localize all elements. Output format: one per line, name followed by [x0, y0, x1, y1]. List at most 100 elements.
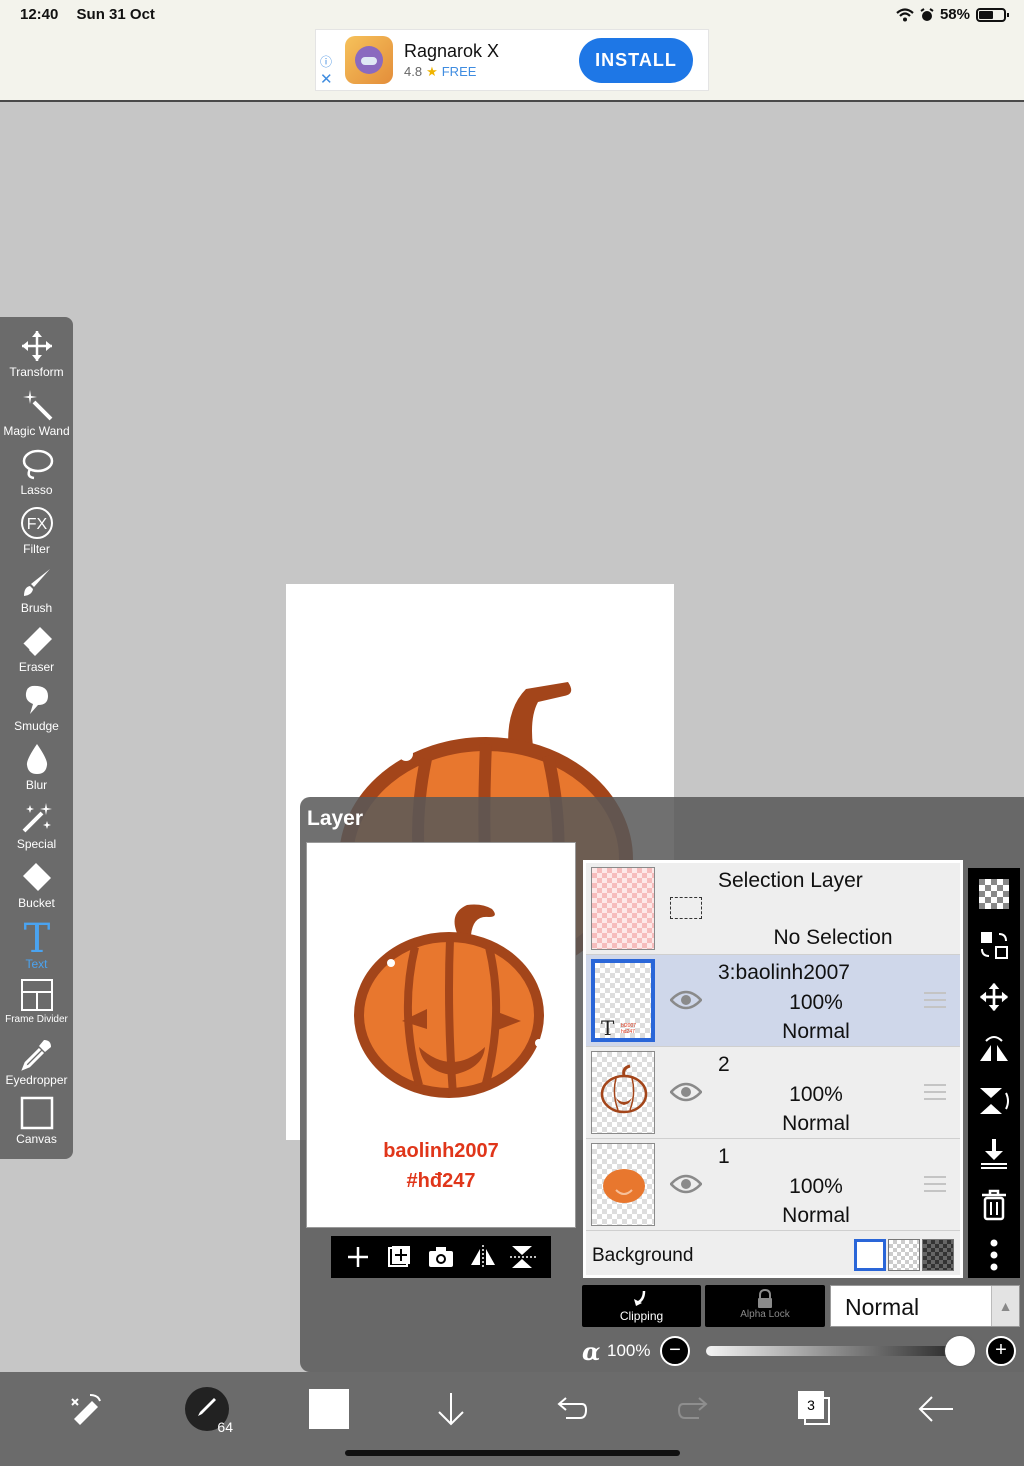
- layer-opacity: 100%: [789, 1175, 843, 1198]
- drag-handle-icon[interactable]: [924, 1176, 946, 1192]
- chevron-up-icon[interactable]: ▲: [991, 1286, 1019, 1326]
- close-icon[interactable]: ✕: [320, 72, 333, 87]
- smudge-icon: [25, 685, 48, 714]
- tool-eyedropper[interactable]: Eyedropper: [0, 1037, 73, 1096]
- transform-layer-button[interactable]: [968, 919, 1020, 971]
- opacity-increase-button[interactable]: +: [986, 1336, 1016, 1366]
- tool-special[interactable]: Special: [0, 801, 73, 860]
- camera-button[interactable]: [426, 1242, 456, 1272]
- eraser-icon: [21, 627, 52, 656]
- add-layer-button[interactable]: [343, 1242, 373, 1272]
- layer-thumbnail: [591, 1051, 655, 1134]
- selection-layer-row[interactable]: Selection Layer No Selection: [586, 863, 960, 955]
- tool-sidebar: Transform Magic Wand Lasso FX Filter Bru…: [0, 317, 73, 1159]
- delete-layer-button[interactable]: [968, 1179, 1020, 1231]
- app-icon[interactable]: [345, 36, 393, 84]
- background-transparent-swatch[interactable]: [888, 1239, 920, 1271]
- layer-transform-icon: [981, 932, 1008, 959]
- svg-text:FX: FX: [26, 516, 47, 533]
- current-color-swatch: [309, 1389, 349, 1429]
- more-vertical-icon: [990, 1239, 998, 1271]
- tool-label: Special: [16, 837, 57, 851]
- alpha-lock-button[interactable]: Alpha Lock: [705, 1285, 825, 1327]
- tool-text[interactable]: T Text: [0, 919, 73, 978]
- background-dark-swatch[interactable]: [922, 1239, 954, 1271]
- tool-bucket[interactable]: Bucket: [0, 860, 73, 919]
- flip-vertical-icon: [510, 1246, 537, 1268]
- merge-down-button[interactable]: [968, 1127, 1020, 1179]
- brush-icon: [23, 569, 50, 596]
- undo-button[interactable]: [547, 1386, 597, 1432]
- ad-subtitle: 4.8 ★ FREE: [404, 64, 476, 80]
- drag-handle-icon[interactable]: [924, 992, 946, 1008]
- tool-label: Transform: [9, 365, 64, 379]
- gesture-button[interactable]: [61, 1386, 111, 1432]
- tool-smudge[interactable]: Smudge: [0, 683, 73, 742]
- flip-vertical-button[interactable]: [509, 1242, 539, 1272]
- move-icon: [979, 982, 1009, 1012]
- layer-opacity: 100%: [789, 1083, 843, 1106]
- tool-label: Filter: [23, 542, 50, 556]
- info-icon[interactable]: ⓘ: [320, 56, 332, 68]
- ad-banner[interactable]: ⓘ ✕ Ragnarok X 4.8 ★ FREE INSTALL: [315, 29, 709, 91]
- tool-transform[interactable]: Transform: [0, 329, 73, 388]
- clipping-button[interactable]: Clipping: [582, 1285, 701, 1327]
- layer-preview: baolinh2007 #hđ247: [306, 842, 576, 1228]
- download-button[interactable]: [426, 1386, 476, 1432]
- tool-filter[interactable]: FX Filter: [0, 506, 73, 565]
- layer-row[interactable]: Tbl2007 hd247 3:baolinh2007 100% Normal: [586, 955, 960, 1047]
- eye-icon[interactable]: [670, 1173, 702, 1195]
- move-layer-button[interactable]: [968, 971, 1020, 1023]
- redo-icon: [677, 1397, 708, 1419]
- color-swatch-button[interactable]: [304, 1386, 354, 1432]
- status-indicators: 58%: [896, 6, 1009, 23]
- flip-h-button[interactable]: [968, 1023, 1020, 1075]
- tool-blur[interactable]: Blur: [0, 742, 73, 801]
- bucket-icon: [22, 863, 51, 891]
- back-button[interactable]: [911, 1386, 961, 1432]
- tool-label: Eyedropper: [5, 1073, 68, 1087]
- layer-row[interactable]: 1 100% Normal: [586, 1139, 960, 1231]
- layer-row[interactable]: 2 100% Normal: [586, 1047, 960, 1139]
- background-row[interactable]: Background: [586, 1233, 960, 1278]
- more-options-button[interactable]: [968, 1229, 1020, 1281]
- flip-horizontal-icon: [980, 1036, 1008, 1061]
- ad-rating: 4.8: [404, 64, 423, 79]
- tool-eraser[interactable]: Eraser: [0, 624, 73, 683]
- layer-panel: Layer baolinh2007 #hđ247 Selection Layer…: [300, 797, 1024, 1372]
- star-icon: ★: [426, 64, 438, 79]
- install-button[interactable]: INSTALL: [579, 38, 693, 83]
- copy-layer-button[interactable]: [384, 1242, 414, 1272]
- opacity-slider-knob[interactable]: [945, 1336, 975, 1366]
- flip-v-button[interactable]: [968, 1075, 1020, 1127]
- background-white-swatch[interactable]: [854, 1239, 886, 1271]
- redo-button[interactable]: [668, 1386, 718, 1432]
- tool-lasso[interactable]: Lasso: [0, 447, 73, 506]
- eye-icon[interactable]: [670, 1081, 702, 1103]
- tool-frame-divider[interactable]: Frame Divider: [0, 978, 73, 1037]
- ad-price: FREE: [441, 64, 477, 79]
- lock-icon: [758, 1289, 772, 1308]
- plus-icon: [347, 1247, 368, 1267]
- tool-magic-wand[interactable]: Magic Wand: [0, 388, 73, 447]
- layer-name: 2: [718, 1053, 730, 1076]
- opacity-slider[interactable]: [706, 1346, 966, 1356]
- blend-mode-select[interactable]: Normal ▲: [830, 1285, 1020, 1327]
- svg-text:T: T: [601, 1016, 615, 1038]
- checker-button[interactable]: [968, 868, 1020, 920]
- tool-brush[interactable]: Brush: [0, 565, 73, 624]
- eyedropper-icon: [20, 1040, 51, 1071]
- layers-button[interactable]: 3: [790, 1386, 840, 1432]
- opacity-decrease-button[interactable]: −: [660, 1336, 690, 1366]
- watermark-line-2: #hđ247: [406, 1170, 476, 1192]
- battery-icon: [976, 7, 1009, 22]
- flip-horizontal-button[interactable]: [468, 1242, 498, 1272]
- drag-handle-icon[interactable]: [924, 1084, 946, 1100]
- clipping-label: Clipping: [619, 1309, 664, 1323]
- tool-canvas[interactable]: Canvas: [0, 1096, 73, 1155]
- layer-blend-mode: Normal: [782, 1020, 850, 1043]
- brush-size-button[interactable]: 64: [182, 1386, 233, 1435]
- eye-icon[interactable]: [670, 989, 702, 1011]
- arrow-left-icon: [918, 1396, 953, 1422]
- selection-status: No Selection: [773, 926, 893, 949]
